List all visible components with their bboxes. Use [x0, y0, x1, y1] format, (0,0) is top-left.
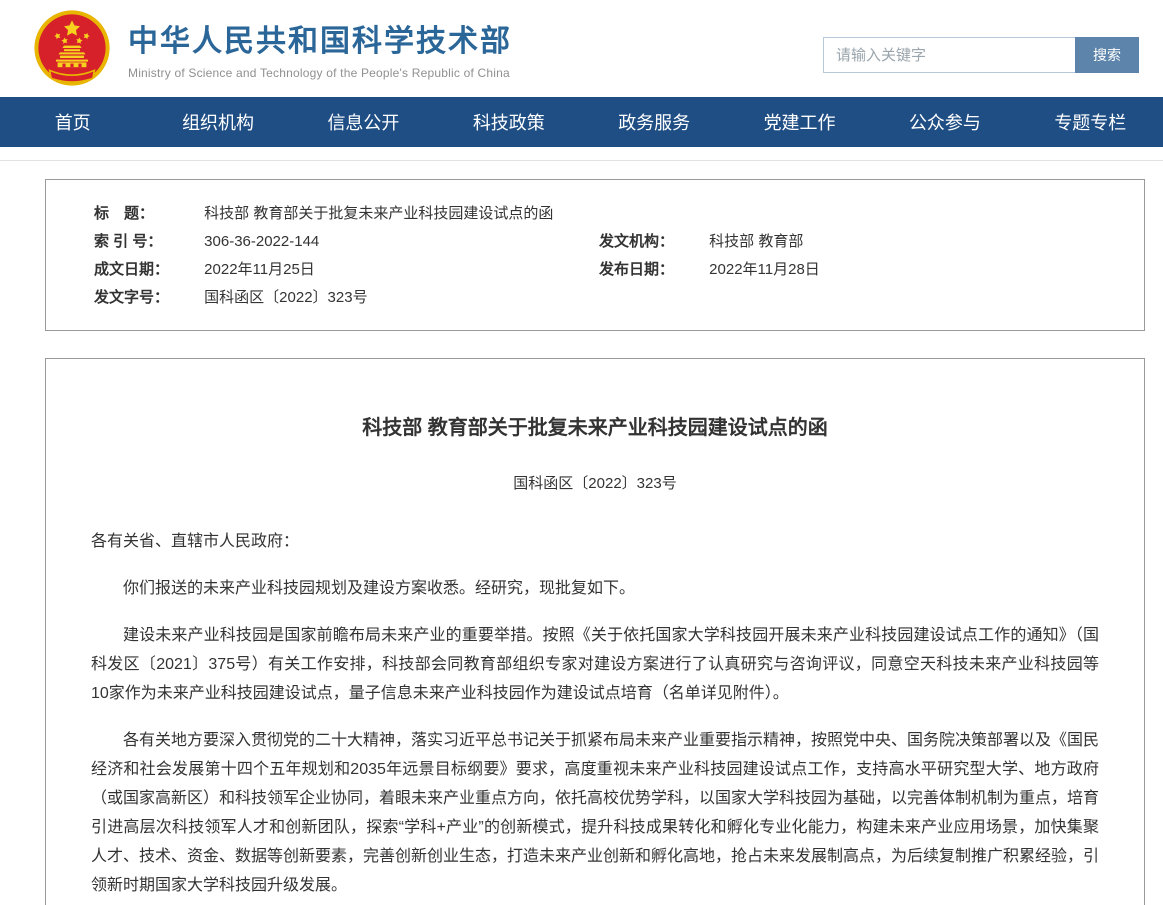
- meta-row-agency: 发文机构： 科技部 教育部: [599, 228, 1144, 256]
- nav-item-gov-services[interactable]: 政务服务: [582, 97, 727, 147]
- meta-written-date-value: 2022年11月25日: [204, 261, 315, 278]
- meta-agency-value: 科技部 教育部: [709, 233, 803, 250]
- meta-row-publish-date: 发布日期： 2022年11月28日: [599, 256, 1144, 284]
- site-header: 中华人民共和国科学技术部 Ministry of Science and Tec…: [0, 0, 1163, 97]
- nav-item-party-building[interactable]: 党建工作: [727, 97, 872, 147]
- document-meta-grid: 标 题： 科技部 教育部关于批复未来产业科技园建设试点的函 索 引 号： 306…: [94, 200, 1144, 312]
- meta-publish-date-value: 2022年11月28日: [709, 261, 820, 278]
- brand-block: 中华人民共和国科学技术部 Ministry of Science and Tec…: [32, 8, 512, 88]
- meta-index-label: 索 引 号：: [94, 228, 182, 256]
- nav-item-home[interactable]: 首页: [0, 97, 145, 147]
- meta-agency-label: 发文机构：: [599, 228, 687, 256]
- article-salutation: 各有关省、直辖市人民政府：: [91, 527, 1099, 556]
- meta-row-index: 索 引 号： 306-36-2022-144: [94, 228, 599, 256]
- meta-title-label: 标 题：: [94, 200, 182, 228]
- article-doc-number: 国科函区〔2022〕323号: [91, 472, 1099, 493]
- national-emblem-icon: [32, 8, 112, 88]
- nav-item-special-columns[interactable]: 专题专栏: [1018, 97, 1163, 147]
- meta-doc-number-value: 国科函区〔2022〕323号: [204, 289, 367, 306]
- article-body: 各有关省、直辖市人民政府： 你们报送的未来产业科技园规划及建设方案收悉。经研究，…: [91, 527, 1099, 900]
- search-bar: 搜索: [823, 37, 1139, 73]
- nav-item-st-policy[interactable]: 科技政策: [436, 97, 581, 147]
- meta-title-value: 科技部 教育部关于批复未来产业科技园建设试点的函: [204, 205, 553, 222]
- article-title: 科技部 教育部关于批复未来产业科技园建设试点的函: [91, 411, 1099, 440]
- search-input[interactable]: [823, 37, 1075, 73]
- article-paragraph: 各有关地方要深入贯彻党的二十大精神，落实习近平总书记关于抓紧布局未来产业重要指示…: [91, 726, 1099, 900]
- meta-row-doc-number: 发文字号： 国科函区〔2022〕323号: [94, 284, 599, 312]
- meta-publish-date-label: 发布日期：: [599, 256, 687, 284]
- nav-item-public-participation[interactable]: 公众参与: [872, 97, 1017, 147]
- brand-text: 中华人民共和国科学技术部 Ministry of Science and Tec…: [128, 16, 512, 80]
- search-button[interactable]: 搜索: [1075, 37, 1139, 73]
- header-divider: [0, 160, 1163, 161]
- site-title: 中华人民共和国科学技术部: [128, 16, 512, 60]
- main-nav: 首页 组织机构 信息公开 科技政策 政务服务 党建工作 公众参与 专题专栏: [0, 97, 1163, 147]
- article-panel: 科技部 教育部关于批复未来产业科技园建设试点的函 国科函区〔2022〕323号 …: [45, 358, 1145, 905]
- article-paragraph: 建设未来产业科技园是国家前瞻布局未来产业的重要举措。按照《关于依托国家大学科技园…: [91, 621, 1099, 708]
- site-subtitle: Ministry of Science and Technology of th…: [128, 66, 512, 80]
- meta-doc-number-label: 发文字号：: [94, 284, 182, 312]
- meta-row-title: 标 题： 科技部 教育部关于批复未来产业科技园建设试点的函: [94, 200, 1144, 228]
- meta-index-value: 306-36-2022-144: [204, 233, 319, 250]
- meta-written-date-label: 成文日期：: [94, 256, 182, 284]
- meta-row-written-date: 成文日期： 2022年11月25日: [94, 256, 599, 284]
- document-meta-panel: 标 题： 科技部 教育部关于批复未来产业科技园建设试点的函 索 引 号： 306…: [45, 179, 1145, 331]
- nav-item-organization[interactable]: 组织机构: [145, 97, 290, 147]
- article-paragraph: 你们报送的未来产业科技园规划及建设方案收悉。经研究，现批复如下。: [91, 574, 1099, 603]
- nav-item-info-disclosure[interactable]: 信息公开: [291, 97, 436, 147]
